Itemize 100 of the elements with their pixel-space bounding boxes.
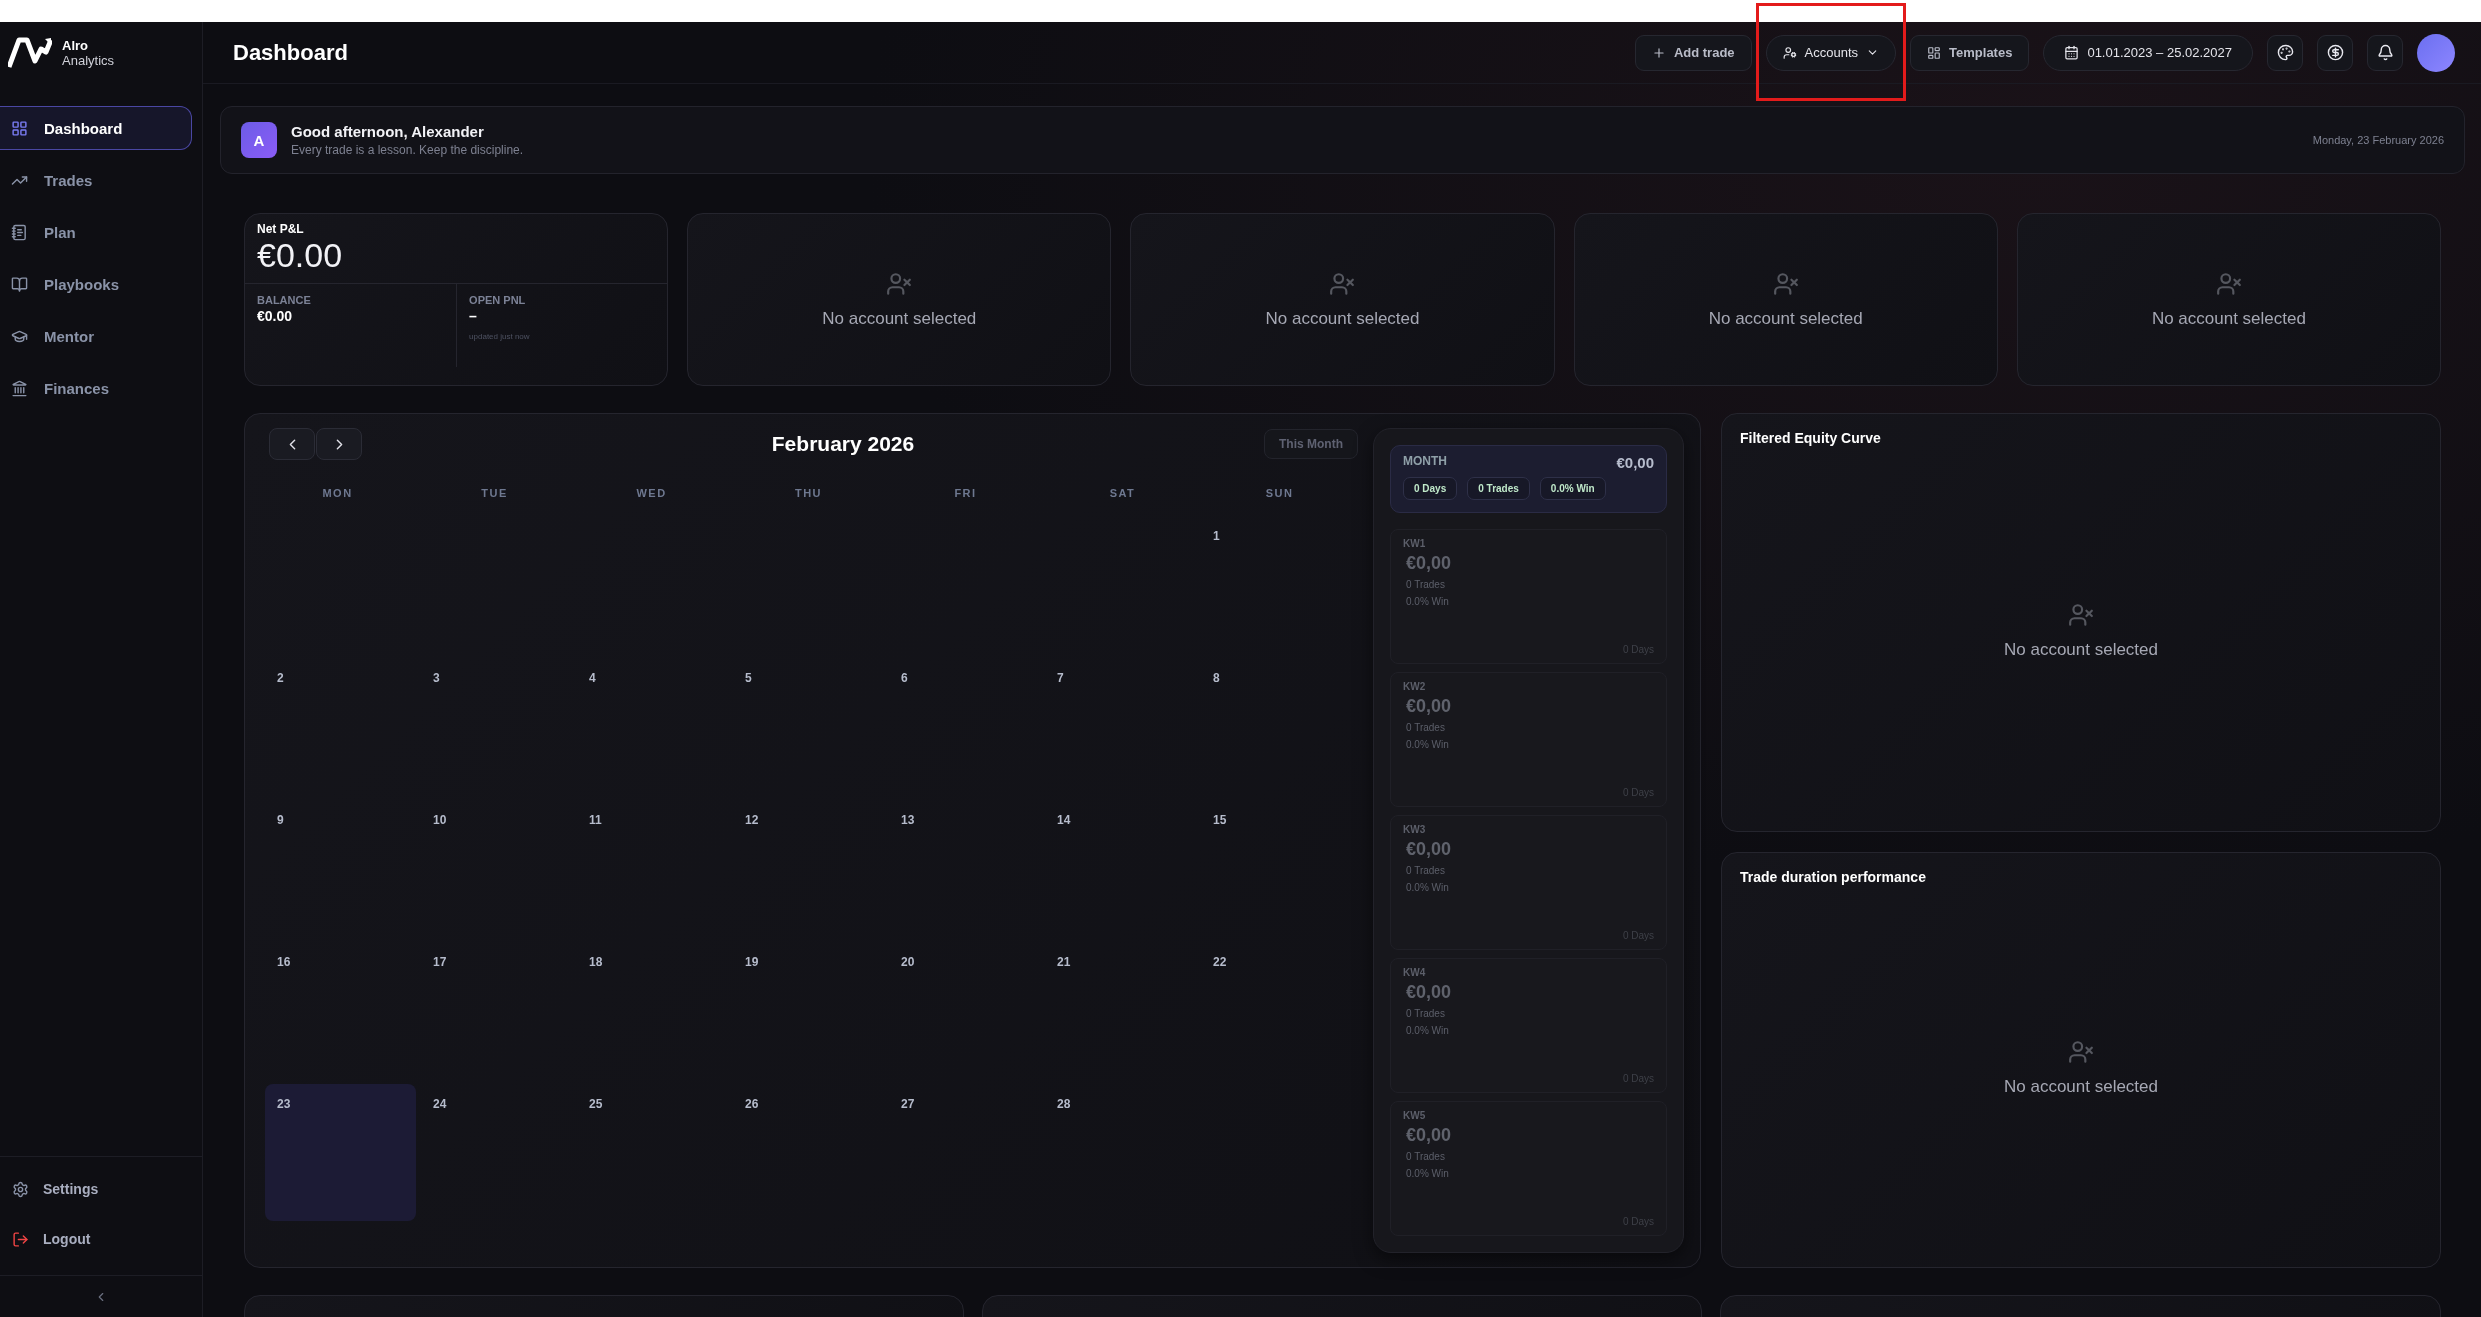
button-icon xyxy=(1651,45,1666,60)
button-icon xyxy=(1927,45,1942,60)
toolbar-button[interactable]: Add trade xyxy=(1634,34,1752,71)
logo-icon xyxy=(8,37,52,69)
weekday-label: MON xyxy=(321,487,354,499)
day-cell[interactable]: 1 xyxy=(1201,516,1352,653)
day-cell[interactable]: 8 xyxy=(1201,658,1352,795)
stat-chip: 0 Days xyxy=(1403,477,1458,500)
toolbar-button[interactable]: Templates xyxy=(1910,34,2030,71)
day-cell[interactable]: 6 xyxy=(889,658,1040,795)
today-cell[interactable]: 23 xyxy=(265,1084,416,1221)
stat-value: – xyxy=(469,308,477,324)
day-cell[interactable]: 7 xyxy=(1045,658,1196,795)
week-winrate: 0.0% Win xyxy=(1406,1167,1450,1181)
day-cell[interactable]: 16 xyxy=(265,942,416,1079)
palette-button[interactable] xyxy=(2267,34,2303,71)
week-label: KW4 xyxy=(1403,967,1427,978)
user-off-icon xyxy=(2215,270,2242,297)
sidebar-item[interactable]: Mentor xyxy=(0,314,192,358)
week-winrate: 0.0% Win xyxy=(1406,738,1450,752)
day-cell[interactable]: 28 xyxy=(1045,1084,1196,1221)
sidebar-item[interactable]: Plan xyxy=(0,210,192,254)
stat-label: OPEN PNL xyxy=(469,294,526,306)
avatar-initial: A xyxy=(241,122,277,158)
brand-name: Alro xyxy=(62,38,89,53)
sidebar-item[interactable]: Settings xyxy=(0,1171,202,1207)
day-cell[interactable]: 24 xyxy=(421,1084,572,1221)
updated-note: updated just now xyxy=(469,332,530,341)
week-label: KW2 xyxy=(1403,681,1427,692)
calendar-icon xyxy=(2064,45,2080,60)
empty-message: No account selected xyxy=(2003,1077,2158,1097)
day-cell[interactable]: 22 xyxy=(1201,942,1352,1079)
user-avatar[interactable] xyxy=(2417,33,2455,72)
sidebar-item[interactable]: Finances xyxy=(0,366,192,410)
user-gear-icon xyxy=(1782,45,1797,60)
day-cell[interactable]: 10 xyxy=(421,800,572,937)
day-cell[interactable]: 17 xyxy=(421,942,572,1079)
day-cell[interactable]: 18 xyxy=(577,942,728,1079)
brand-subtitle: Analytics xyxy=(62,53,115,68)
bell-icon xyxy=(2376,44,2394,61)
week-value: €0,00 xyxy=(1406,696,1453,717)
weekday-label: WED xyxy=(635,487,668,499)
day-cell[interactable]: 20 xyxy=(889,942,1040,1079)
greeting-subtitle: Every trade is a lesson. Keep the discipline. xyxy=(291,143,524,157)
empty-message: No account selected xyxy=(1265,308,1420,329)
empty-message: No account selected xyxy=(2151,308,2306,329)
nav-icon xyxy=(11,275,28,293)
panel-title: Trade duration performance xyxy=(1740,869,1927,885)
greeting-title: Good afternoon, Alexander xyxy=(291,123,485,140)
day-cell[interactable]: 19 xyxy=(733,942,884,1079)
notifications-button[interactable] xyxy=(2367,34,2403,71)
day-cell[interactable]: 5 xyxy=(733,658,884,795)
day-cell[interactable]: 2 xyxy=(265,658,416,795)
day-cell[interactable]: 9 xyxy=(265,800,416,937)
week-winrate: 0.0% Win xyxy=(1406,881,1450,895)
stat-label: BALANCE xyxy=(257,294,311,306)
user-off-icon xyxy=(1772,270,1799,297)
stat-chip: 0 Trades xyxy=(1467,477,1530,500)
day-cell[interactable]: 14 xyxy=(1045,800,1196,937)
weekday-label: TUE xyxy=(480,487,509,499)
weekday-label: SUN xyxy=(1264,487,1295,499)
day-cell[interactable]: 25 xyxy=(577,1084,728,1221)
empty-message: No account selected xyxy=(1708,308,1863,329)
day-cell[interactable]: 11 xyxy=(577,800,728,937)
sidebar-item[interactable]: Trades xyxy=(0,158,192,202)
user-off-icon xyxy=(2068,601,2094,628)
accounts-dropdown[interactable]: Accounts xyxy=(1765,34,1897,71)
date-range-button[interactable]: 01.01.2023 – 25.02.2027 xyxy=(2043,34,2253,71)
week-trades: 0 Trades xyxy=(1406,578,1446,592)
stat-label: Net P&L xyxy=(257,222,305,236)
currency-button[interactable] xyxy=(2317,34,2353,71)
week-trades: 0 Trades xyxy=(1406,1150,1446,1164)
day-cell[interactable]: 12 xyxy=(733,800,884,937)
weekday-label: THU xyxy=(793,487,824,499)
week-label: KW3 xyxy=(1403,824,1427,835)
week-trades: 0 Trades xyxy=(1406,864,1446,878)
week-winrate: 0.0% Win xyxy=(1406,595,1450,609)
day-cell[interactable]: 27 xyxy=(889,1084,1040,1221)
day-cell[interactable]: 15 xyxy=(1201,800,1352,937)
sidebar-item[interactable]: Dashboard xyxy=(0,106,192,150)
sidebar-item[interactable]: Logout xyxy=(0,1221,202,1257)
weekday-label: SAT xyxy=(1108,487,1137,499)
day-cell[interactable]: 26 xyxy=(733,1084,884,1221)
day-cell[interactable]: 21 xyxy=(1045,942,1196,1079)
empty-message: No account selected xyxy=(822,308,977,329)
day-cell[interactable]: 3 xyxy=(421,658,572,795)
calendar-title: February 2026 xyxy=(770,432,916,456)
week-label: KW5 xyxy=(1403,1110,1427,1121)
stat-chip: 0.0% Win xyxy=(1539,477,1606,500)
sidebar-item[interactable]: Playbooks xyxy=(0,262,192,306)
settings-icon xyxy=(12,1180,29,1198)
weekday-label: FRI xyxy=(953,487,978,499)
month-label: MONTH xyxy=(1403,454,1447,470)
panel-title: Filtered Equity Curve xyxy=(1740,430,1882,446)
day-cell[interactable]: 13 xyxy=(889,800,1040,937)
day-cell[interactable]: 4 xyxy=(577,658,728,795)
nav-icon xyxy=(11,223,28,241)
user-off-icon xyxy=(2068,1039,2094,1065)
stat-value: €0.00 xyxy=(257,308,293,324)
nav-icon xyxy=(11,379,28,397)
